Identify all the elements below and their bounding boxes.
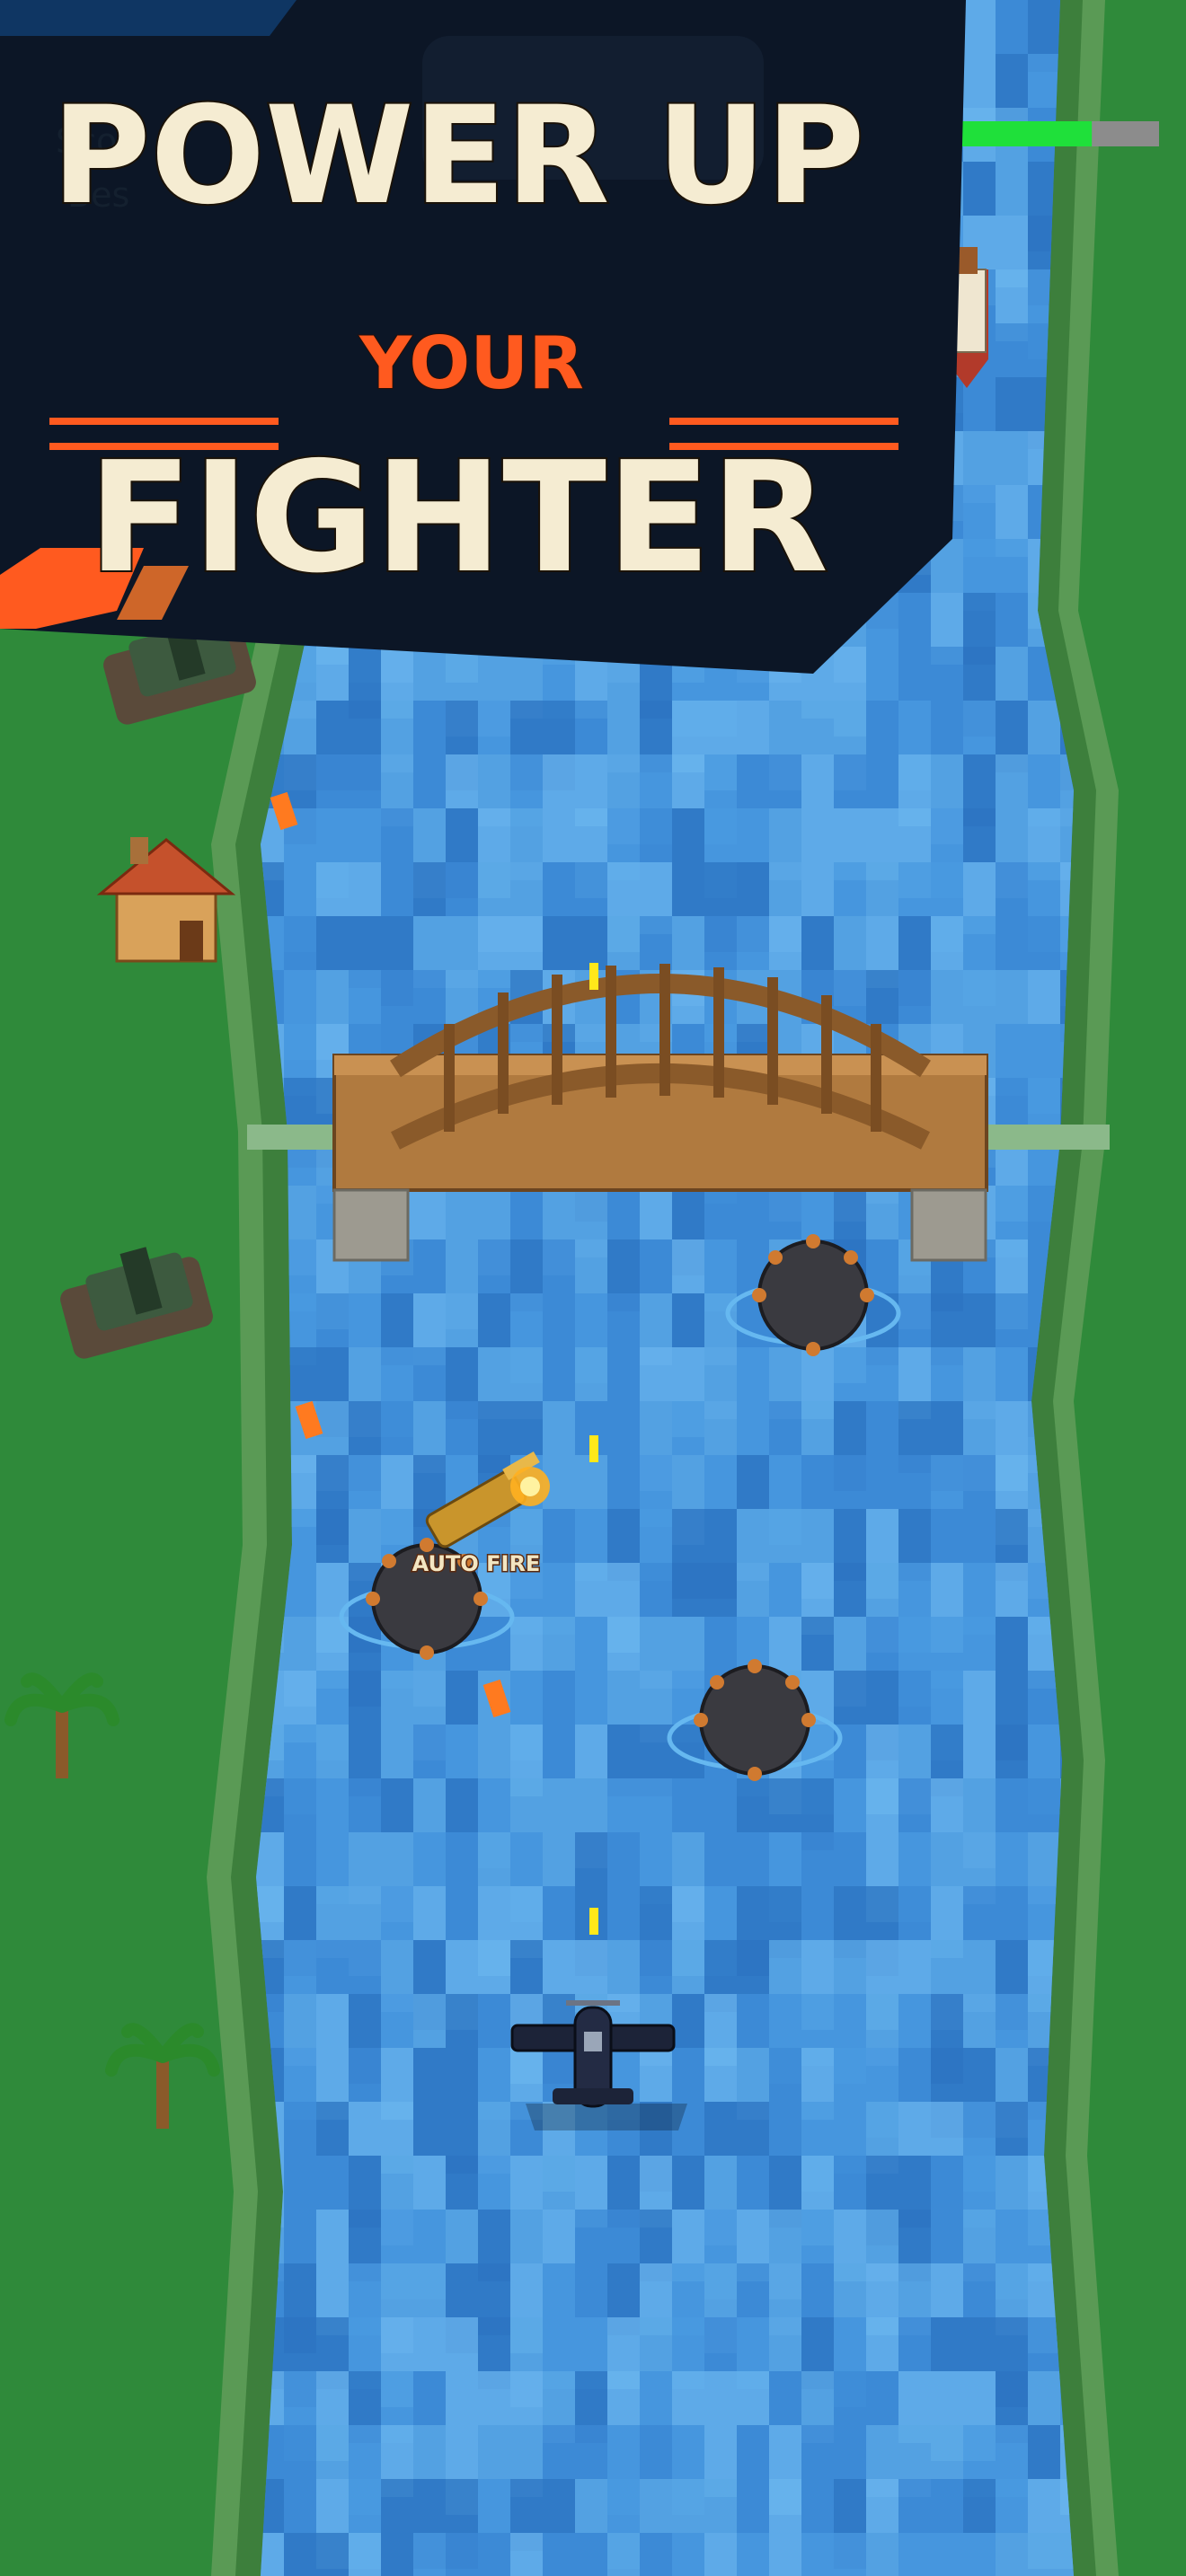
promo-line-3: FIGHTER xyxy=(88,429,828,607)
promo-line-2: YOUR xyxy=(358,322,584,405)
promo-banner: Scor Bes POWER UP YOUR FIGHTER xyxy=(0,0,966,674)
game-screen: AUTO FIRE Scor Bes POWER UP YOUR FIGHTER xyxy=(0,0,1186,2576)
promo-line-1: POWER UP xyxy=(52,78,865,234)
auto-fire-label: AUTO FIRE xyxy=(412,1551,541,1576)
